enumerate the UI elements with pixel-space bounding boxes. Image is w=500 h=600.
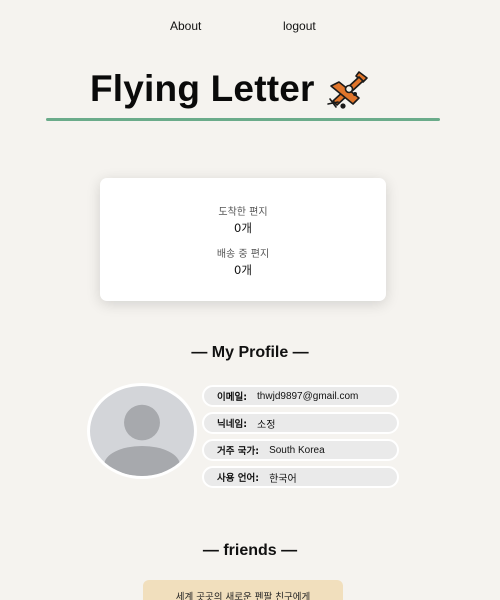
brand-header: Flying Letter xyxy=(90,66,371,112)
about-link[interactable]: About xyxy=(170,19,201,33)
profile-field-nickname: 닉네임: 소정 xyxy=(202,412,399,434)
arrived-letters-count: 0개 xyxy=(234,221,252,235)
user-avatar-icon xyxy=(104,404,180,476)
arrived-letters-label: 도착한 편지 xyxy=(218,207,268,218)
email-value: thwjd9897@gmail.com xyxy=(257,390,359,402)
profile-field-country: 거주 국가: South Korea xyxy=(202,439,399,461)
avatar xyxy=(87,383,197,479)
profile-section-title: — My Profile — xyxy=(191,344,309,361)
friends-card-text: 세계 곳곳의 새로운 펜팔 친구에게 xyxy=(175,592,311,600)
country-value: South Korea xyxy=(269,444,325,456)
language-label: 사용 언어: xyxy=(217,473,260,484)
friends-title-text: friends xyxy=(223,542,277,559)
nickname-value: 소정 xyxy=(257,419,276,431)
top-nav: About logout xyxy=(0,19,500,35)
brand-title: Flying Letter xyxy=(90,68,315,109)
friends-section-title: — friends — xyxy=(202,542,298,559)
profile-field-email: 이메일: thwjd9897@gmail.com xyxy=(202,385,399,407)
brand-underline xyxy=(46,118,440,121)
letter-stats-card: 도착한 편지 0개 배송 중 편지 0개 xyxy=(100,178,386,301)
profile-title-text: My Profile xyxy=(211,344,289,361)
airplane-icon xyxy=(326,71,368,109)
shipping-letters-count: 0개 xyxy=(234,263,252,277)
language-value: 한국어 xyxy=(269,473,297,485)
profile-field-language: 사용 언어: 한국어 xyxy=(202,466,399,488)
shipping-letters-label: 배송 중 편지 xyxy=(216,249,270,260)
friends-card[interactable]: 세계 곳곳의 새로운 펜팔 친구에게 xyxy=(143,580,343,600)
logout-link[interactable]: logout xyxy=(283,19,316,33)
country-label: 거주 국가: xyxy=(217,446,260,457)
email-label: 이메일: xyxy=(217,392,248,403)
nickname-label: 닉네임: xyxy=(217,419,248,430)
